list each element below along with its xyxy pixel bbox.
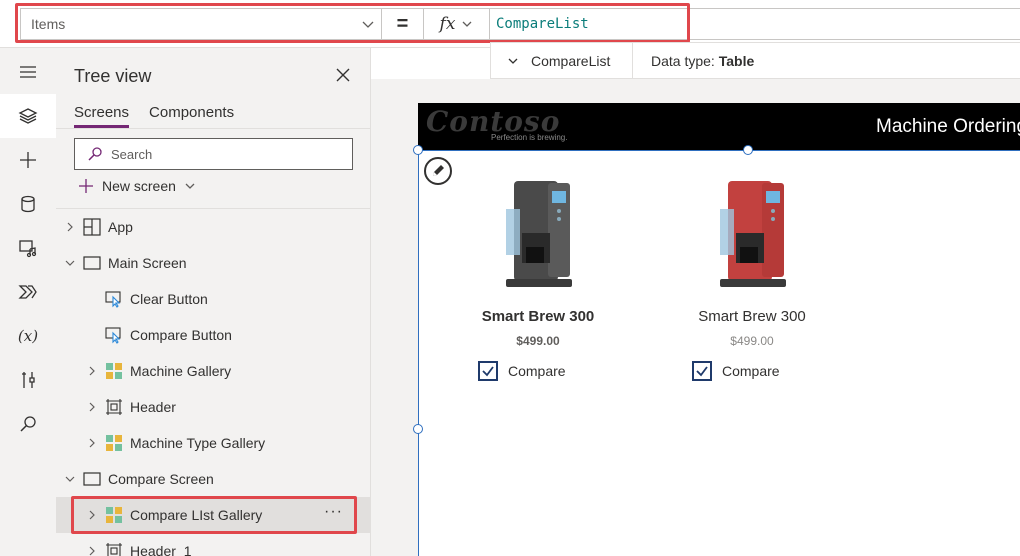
group-icon xyxy=(104,541,124,556)
logo-tagline: Perfection is brewing. xyxy=(491,133,568,142)
tree-row-main-screen[interactable]: Main Screen xyxy=(56,245,371,281)
button-icon xyxy=(104,289,124,309)
tree-row-label: Compare LIst Gallery xyxy=(130,507,263,523)
insert-button[interactable] xyxy=(0,138,56,182)
tree-tabs: Screens Components xyxy=(74,104,234,128)
tree-row-label: Header xyxy=(130,399,176,415)
new-screen-button[interactable]: New screen xyxy=(78,178,196,194)
chevron-right-icon xyxy=(89,510,95,520)
formula-text: CompareList xyxy=(496,16,589,32)
equals-sign: = xyxy=(382,8,424,40)
data-type-value: Table xyxy=(718,52,755,69)
data-type-info: Data type: Table xyxy=(633,53,754,69)
chevron-down-icon xyxy=(185,183,195,189)
more-options-icon[interactable]: ··· xyxy=(324,503,343,521)
search-button[interactable] xyxy=(0,402,56,446)
tabs-divider xyxy=(56,128,371,129)
tree-view-button[interactable] xyxy=(0,94,56,138)
chevron-right-icon xyxy=(89,438,95,448)
edit-gallery-button[interactable] xyxy=(424,157,452,185)
app-title: Machine Ordering xyxy=(876,116,1020,137)
tree-view-panel: Tree view Screens Components Search New … xyxy=(56,48,371,556)
chevron-down-icon xyxy=(508,58,518,64)
left-rail: (x) xyxy=(0,48,56,556)
hamburger-icon xyxy=(20,66,36,78)
tree-row-label: Header_1 xyxy=(130,543,192,556)
tree-row-label: App xyxy=(108,219,133,235)
app-icon xyxy=(82,217,102,237)
plus-icon xyxy=(20,152,36,168)
tree-row-label: Main Screen xyxy=(108,255,187,271)
search-placeholder: Search xyxy=(111,146,153,162)
button-icon xyxy=(104,325,124,345)
screen-icon xyxy=(82,469,102,489)
tree-row-compare-list-gallery[interactable]: Compare LIst Gallery ··· xyxy=(56,497,371,533)
variables-button[interactable]: (x) xyxy=(0,314,56,358)
tree-row-label: Machine Type Gallery xyxy=(130,435,266,451)
tree-row-label: Compare Screen xyxy=(108,471,214,487)
power-automate-button[interactable] xyxy=(0,270,56,314)
data-button[interactable] xyxy=(0,182,56,226)
gallery-selection-frame xyxy=(418,150,1020,556)
screen-icon xyxy=(82,253,102,273)
tree-view-title: Tree view xyxy=(74,66,152,86)
tree-row-machine-gallery[interactable]: Machine Gallery xyxy=(56,353,371,389)
tools-icon xyxy=(22,372,35,388)
resize-handle[interactable] xyxy=(413,145,423,155)
chevron-down-icon xyxy=(362,21,374,28)
result-name: CompareList xyxy=(531,52,611,69)
fx-label: fx xyxy=(439,14,456,34)
property-value: Items xyxy=(31,16,66,32)
resize-handle[interactable] xyxy=(413,424,423,434)
chevron-right-icon xyxy=(89,366,95,376)
search-icon xyxy=(88,147,102,161)
tree-row-label: Machine Gallery xyxy=(130,363,232,379)
formula-bar: Items = fx CompareList xyxy=(0,0,1020,48)
media-icon xyxy=(19,240,37,258)
gallery-icon xyxy=(104,505,124,525)
gallery-icon xyxy=(104,361,124,381)
pencil-icon xyxy=(433,165,444,176)
property-dropdown[interactable]: Items xyxy=(20,8,382,40)
data-type-label: Data type: xyxy=(651,52,715,69)
gallery-icon xyxy=(104,433,124,453)
layers-icon xyxy=(18,108,38,124)
formula-input[interactable]: CompareList xyxy=(490,8,1020,40)
plus-icon xyxy=(79,179,93,193)
new-screen-label: New screen xyxy=(102,178,176,194)
result-expander[interactable]: CompareList xyxy=(491,43,633,78)
chevron-right-icon xyxy=(67,222,73,232)
tree-row-label: Clear Button xyxy=(130,291,208,307)
chevron-down-icon xyxy=(65,476,75,482)
tree-row-header[interactable]: Header xyxy=(56,389,371,425)
tree-row-clear-button[interactable]: Clear Button xyxy=(56,281,371,317)
chevron-down-icon xyxy=(65,260,75,266)
app-header: Contoso Perfection is brewing. Machine O… xyxy=(418,103,1020,151)
media-button[interactable] xyxy=(0,226,56,270)
tab-screens[interactable]: Screens xyxy=(74,104,130,128)
variables-icon: (x) xyxy=(17,327,39,345)
tree-row-label: Compare Button xyxy=(130,327,232,343)
database-icon xyxy=(21,195,35,213)
close-icon[interactable] xyxy=(336,68,350,82)
tree-row-compare-button[interactable]: Compare Button xyxy=(56,317,371,353)
chevron-right-icon xyxy=(89,546,95,556)
tree-row-compare-screen[interactable]: Compare Screen xyxy=(56,461,371,497)
chevron-right-icon xyxy=(89,402,95,412)
formula-result-bar: CompareList Data type: Table xyxy=(490,42,1020,79)
fx-button[interactable]: fx xyxy=(424,8,490,40)
tree-row-app[interactable]: App xyxy=(56,209,371,245)
tab-components[interactable]: Components xyxy=(149,104,234,128)
tree-row-header-1[interactable]: Header_1 xyxy=(56,533,371,556)
search-icon xyxy=(20,416,36,432)
tree-search-input[interactable]: Search xyxy=(74,138,353,170)
power-automate-icon xyxy=(18,285,37,299)
chevron-down-icon xyxy=(462,21,472,27)
advanced-tools-button[interactable] xyxy=(0,358,56,402)
menu-button[interactable] xyxy=(0,50,56,94)
group-icon xyxy=(104,397,124,417)
tree-row-machine-type-gallery[interactable]: Machine Type Gallery xyxy=(56,425,371,461)
resize-handle[interactable] xyxy=(743,145,753,155)
